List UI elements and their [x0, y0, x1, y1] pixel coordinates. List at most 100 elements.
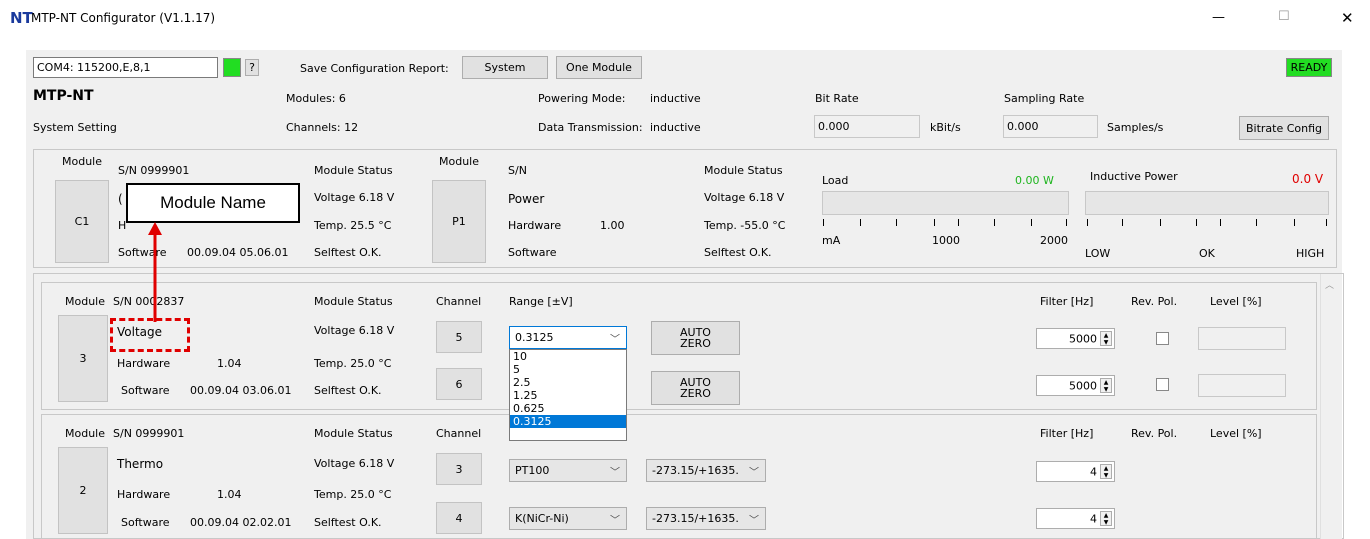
c1-selftest: Selftest O.K.	[314, 246, 382, 259]
mod3-range-label: Range [±V]	[509, 295, 573, 308]
load-tick	[1031, 219, 1032, 226]
mod3-filter-label: Filter [Hz]	[1040, 295, 1094, 308]
range-option-selected[interactable]: 0.3125	[510, 415, 626, 428]
scroll-up-icon[interactable]: ︿	[1325, 278, 1334, 291]
data-transmission-value: inductive	[650, 121, 701, 134]
mod3-voltage: Voltage 6.18 V	[314, 324, 395, 337]
mod2-channel-label: Channel	[436, 427, 482, 440]
rev-pol-ch6-checkbox[interactable]	[1156, 378, 1169, 391]
range-ch4-value: -273.15/+1635.	[652, 512, 739, 525]
range-select-value: 0.3125	[515, 331, 554, 344]
p1-temperature: Temp. -55.0 °C	[704, 219, 786, 232]
filter-ch6-stepper[interactable]: 5000 ▲ ▼	[1036, 375, 1115, 396]
com-port-field[interactable]: COM4: 115200,E,8,1	[33, 57, 218, 78]
p1-selftest: Selftest O.K.	[704, 246, 772, 259]
stepper-arrows-icon[interactable]: ▲ ▼	[1100, 331, 1112, 346]
channel-6-button[interactable]: 6	[436, 368, 482, 400]
module-name-callout: Module Name	[126, 183, 300, 223]
range-select[interactable]: 0.3125 ﹀	[509, 326, 627, 349]
inductive-tick	[1220, 219, 1221, 226]
range-ch3-select[interactable]: -273.15/+1635. ﹀	[646, 459, 766, 482]
stepper-arrows-icon[interactable]: ▲ ▼	[1100, 511, 1112, 526]
auto-zero-ch6-button[interactable]: AUTO ZERO	[651, 371, 740, 405]
auto-zero-ch5-button[interactable]: AUTO ZERO	[651, 321, 740, 355]
module-p1-button[interactable]: P1	[432, 180, 486, 263]
sensor-ch4-select[interactable]: K(NiCr-Ni) ﹀	[509, 507, 627, 530]
mod3-software-value: 00.09.04 03.06.01	[190, 384, 292, 397]
mod2-module-name: Thermo	[117, 457, 164, 471]
range-option[interactable]: 1.25	[510, 389, 626, 402]
load-value: 0.00 W	[1015, 174, 1054, 187]
filter-ch5-stepper[interactable]: 5000 ▲ ▼	[1036, 328, 1115, 349]
mod2-serial-number: S/N 0999901	[113, 427, 185, 440]
filter-ch4-stepper[interactable]: 4 ▲ ▼	[1036, 508, 1115, 529]
range-ch4-select[interactable]: -273.15/+1635. ﹀	[646, 507, 766, 530]
chevron-down-icon: ﹀	[610, 334, 620, 345]
mod3-hardware-label: Hardware	[117, 357, 171, 370]
p1-voltage: Voltage 6.18 V	[704, 191, 785, 204]
maximize-button[interactable]: ☐	[1278, 9, 1290, 24]
bit-rate-unit: kBit/s	[930, 121, 961, 134]
sampling-rate-label: Sampling Rate	[1004, 92, 1085, 105]
mod2-revpol-label: Rev. Pol.	[1131, 427, 1178, 440]
rev-pol-ch5-checkbox[interactable]	[1156, 332, 1169, 345]
inductive-tick	[1160, 219, 1161, 226]
close-button[interactable]: ✕	[1341, 9, 1354, 27]
c1-status-label: Module Status	[314, 164, 393, 177]
app-logo: NT	[10, 9, 33, 27]
range-option[interactable]: 0.625	[510, 402, 626, 415]
inductive-power-value: 0.0 V	[1292, 172, 1324, 186]
inductive-power-label: Inductive Power	[1090, 170, 1178, 183]
system-name: MTP-NT	[33, 88, 94, 104]
mod2-module-label: Module	[65, 427, 105, 440]
mod2-software-value: 00.09.04 02.02.01	[190, 516, 292, 529]
sensor-ch3-select[interactable]: PT100 ﹀	[509, 459, 627, 482]
load-tick	[934, 219, 935, 226]
sensor-ch4-value: K(NiCr-Ni)	[515, 512, 569, 525]
load-tick	[823, 219, 824, 226]
range-dropdown-list: 10 5 2.5 1.25 0.625 0.3125	[509, 349, 627, 441]
channel-5-button[interactable]: 5	[436, 321, 482, 353]
auto-zero-label: ZERO	[680, 337, 711, 350]
module-2-button[interactable]: 2	[58, 447, 108, 534]
inductive-scale-high: HIGH	[1296, 247, 1325, 260]
range-option[interactable]: 10	[510, 350, 626, 363]
stepper-arrows-icon[interactable]: ▲ ▼	[1100, 378, 1112, 393]
filter-ch3-stepper[interactable]: 4 ▲ ▼	[1036, 461, 1115, 482]
p1-status-label: Module Status	[704, 164, 783, 177]
filter-ch5-value: 5000	[1069, 332, 1097, 345]
save-one-module-button[interactable]: One Module	[556, 56, 642, 79]
mod2-voltage: Voltage 6.18 V	[314, 457, 395, 470]
channel-3-button[interactable]: 3	[436, 453, 482, 485]
inductive-scale-low: LOW	[1085, 247, 1111, 260]
p1-module-name: Power	[508, 192, 545, 206]
c1-temperature: Temp. 25.5 °C	[314, 219, 392, 232]
module-c1-button[interactable]: C1	[55, 180, 109, 263]
module-3-button[interactable]: 3	[58, 315, 108, 402]
system-setting-label: System Setting	[33, 121, 117, 134]
help-button[interactable]: ?	[245, 59, 259, 76]
p1-hardware-value: 1.00	[600, 219, 625, 232]
bit-rate-label: Bit Rate	[815, 92, 859, 105]
inductive-tick	[1256, 219, 1257, 226]
c1-software-value: 00.09.04 05.06.01	[187, 246, 289, 259]
range-option[interactable]: 2.5	[510, 376, 626, 389]
module-list-scrollbar[interactable]	[1320, 274, 1342, 539]
channels-count: Channels: 12	[286, 121, 359, 134]
level-ch6-field	[1198, 374, 1286, 397]
modules-count: Modules: 6	[286, 92, 346, 105]
bitrate-config-button[interactable]: Bitrate Config	[1239, 116, 1329, 140]
minimize-button[interactable]: —	[1212, 10, 1225, 25]
mod2-status-label: Module Status	[314, 427, 393, 440]
mod2-temperature: Temp. 25.0 °C	[314, 488, 392, 501]
channel-4-button[interactable]: 4	[436, 502, 482, 534]
p1-hardware-label: Hardware	[508, 219, 562, 232]
stepper-arrows-icon[interactable]: ▲ ▼	[1100, 464, 1112, 479]
powering-mode-value: inductive	[650, 92, 701, 105]
c1-voltage: Voltage 6.18 V	[314, 191, 395, 204]
mod2-software-label: Software	[121, 516, 170, 529]
save-system-button[interactable]: System	[462, 56, 548, 79]
mod2-filter-label: Filter [Hz]	[1040, 427, 1094, 440]
c1-module-label: Module	[62, 155, 102, 168]
range-option[interactable]: 5	[510, 363, 626, 376]
